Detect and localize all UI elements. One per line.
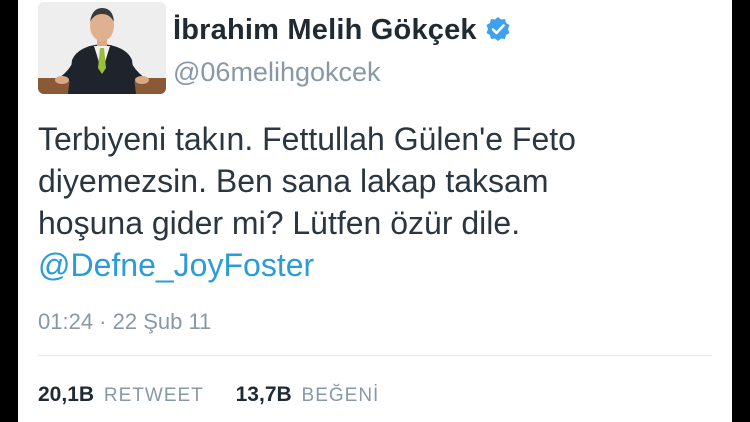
retweet-count: 20,1B	[38, 383, 95, 406]
tweet-body: Terbiyeni takın. Fettullah Gülen'e Feto …	[38, 118, 718, 286]
like-label: BEĞENİ	[301, 385, 380, 406]
verified-badge-icon	[485, 16, 511, 42]
tweet-text-line: Terbiyeni takın. Fettullah Gülen'e Feto	[38, 121, 576, 157]
tweet-stats: 20,1B RETWEET 13,7B BEĞENİ	[38, 383, 379, 407]
author-name-text[interactable]: İbrahim Melih Gökçek	[173, 14, 477, 46]
like-count: 13,7B	[235, 383, 292, 406]
retweet-stat[interactable]: 20,1B RETWEET	[38, 383, 204, 407]
author-handle[interactable]: @06melihgokcek	[173, 57, 381, 88]
mention-link[interactable]: @Defne_JoyFoster	[38, 247, 314, 283]
profile-avatar[interactable]	[38, 2, 166, 94]
avatar-photo	[38, 2, 166, 94]
tweet-card: İbrahim Melih Gökçek @06melihgokcek Terb…	[18, 0, 732, 422]
tweet-text-line: diyemezsin. Ben sana lakap taksam	[38, 163, 549, 199]
tweet-timestamp[interactable]: 01:24 · 22 Şub 11	[38, 309, 211, 335]
tweet-text-line: hoşuna gider mi? Lütfen özür dile.	[38, 205, 521, 241]
divider	[38, 355, 712, 356]
like-stat[interactable]: 13,7B BEĞENİ	[236, 383, 380, 407]
retweet-label: RETWEET	[103, 385, 204, 406]
author-display-name[interactable]: İbrahim Melih Gökçek	[173, 14, 511, 47]
